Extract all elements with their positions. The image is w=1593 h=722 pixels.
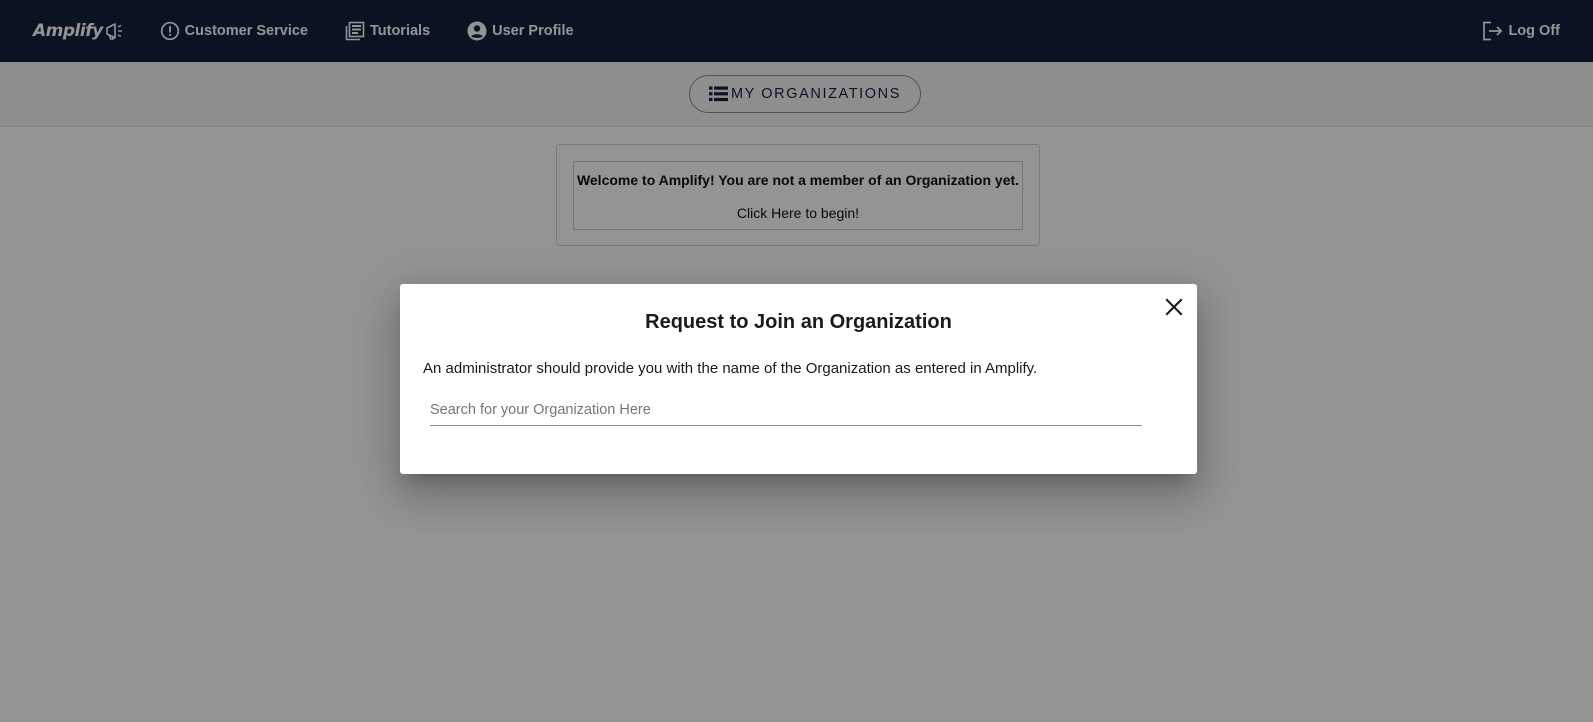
join-organization-dialog: Request to Join an Organization An admin… [400,284,1197,474]
organization-search-input[interactable] [430,396,1142,426]
dialog-description: An administrator should provide you with… [423,360,1038,377]
dialog-title: Request to Join an Organization [645,311,952,333]
